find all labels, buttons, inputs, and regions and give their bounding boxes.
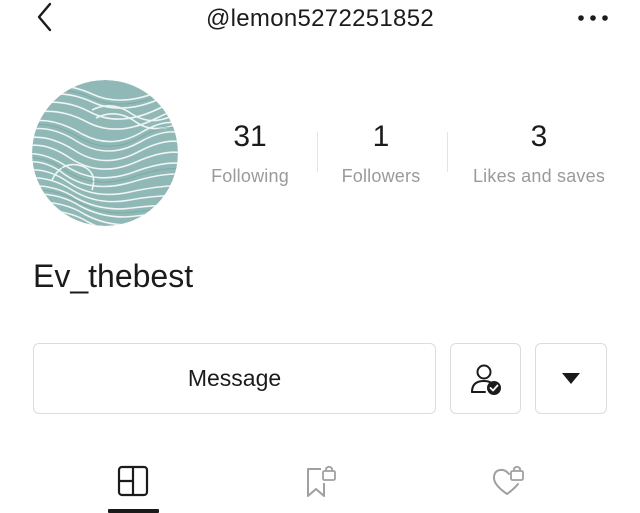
- grid-layout-icon: [117, 465, 149, 497]
- more-horizontal-icon: [578, 15, 608, 21]
- followers-count: 1: [372, 120, 390, 153]
- tab-collections[interactable]: [294, 455, 346, 507]
- followers-label: Followers: [341, 166, 421, 186]
- following-count: 31: [233, 120, 267, 153]
- following-stat[interactable]: 31 Following: [205, 120, 295, 187]
- more-options-button[interactable]: [574, 8, 614, 28]
- triangle-down-icon: [562, 372, 580, 384]
- following-status-button[interactable]: [450, 343, 521, 414]
- tab-posts[interactable]: [107, 455, 159, 507]
- locked-bookmark-icon: [307, 465, 336, 497]
- tab-liked[interactable]: [482, 455, 534, 507]
- stat-divider: [447, 132, 448, 172]
- active-tab-indicator: [108, 509, 159, 513]
- message-button-label: Message: [187, 365, 282, 391]
- likes-saves-stat[interactable]: 3 Likes and saves: [466, 120, 612, 187]
- message-button[interactable]: Message: [33, 343, 436, 414]
- likes-saves-count: 3: [530, 120, 548, 153]
- avatar[interactable]: [32, 80, 178, 226]
- locked-heart-icon: [493, 465, 524, 495]
- likes-saves-label: Likes and saves: [472, 166, 606, 186]
- following-label: Following: [211, 166, 289, 186]
- wave-pattern-avatar: [32, 80, 178, 226]
- more-actions-dropdown[interactable]: [535, 343, 607, 414]
- username: Ev_thebest: [33, 258, 194, 294]
- followers-stat[interactable]: 1 Followers: [336, 120, 426, 187]
- stat-divider: [317, 132, 318, 172]
- profile-handle: @lemon5272251852: [205, 5, 434, 32]
- user-check-icon: [470, 364, 501, 395]
